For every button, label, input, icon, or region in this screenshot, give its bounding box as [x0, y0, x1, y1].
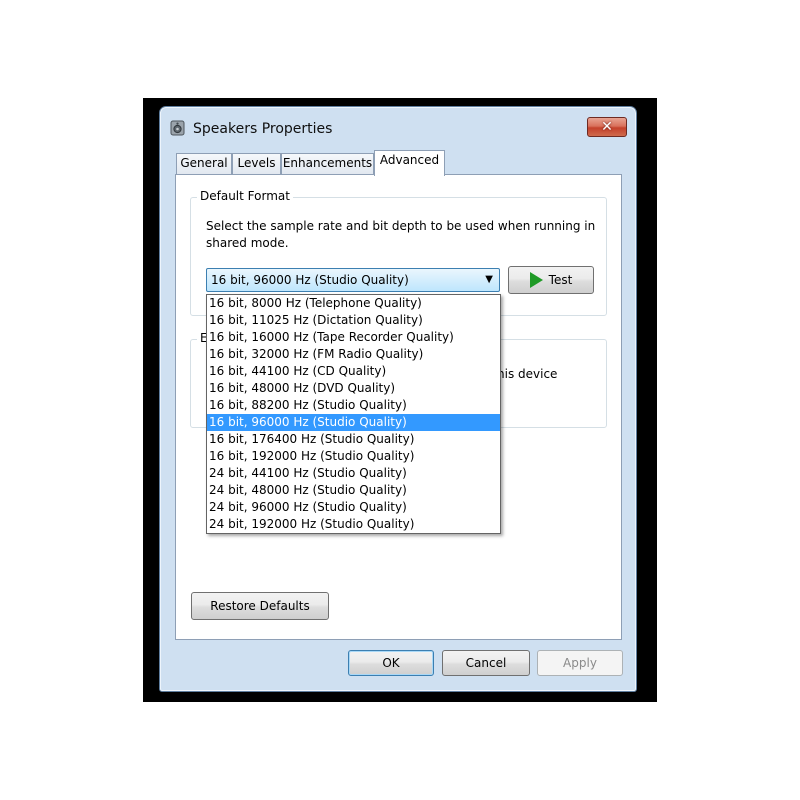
list-item[interactable]: 24 bit, 48000 Hz (Studio Quality): [207, 482, 500, 499]
list-item[interactable]: 16 bit, 32000 Hz (FM Radio Quality): [207, 346, 500, 363]
tab-general[interactable]: General: [176, 153, 232, 174]
list-item[interactable]: 16 bit, 8000 Hz (Telephone Quality): [207, 295, 500, 312]
tab-levels[interactable]: Levels: [232, 153, 281, 174]
list-item[interactable]: 16 bit, 176400 Hz (Studio Quality): [207, 431, 500, 448]
list-item-selected[interactable]: 16 bit, 96000 Hz (Studio Quality): [207, 414, 500, 431]
default-format-legend: Default Format: [197, 189, 293, 203]
list-item[interactable]: 16 bit, 11025 Hz (Dictation Quality): [207, 312, 500, 329]
ok-button[interactable]: OK: [348, 650, 434, 676]
test-button[interactable]: Test: [508, 266, 594, 294]
speaker-icon: [170, 120, 185, 136]
restore-defaults-button[interactable]: Restore Defaults: [191, 592, 329, 620]
exclusive-mode-option-text: his device: [497, 367, 558, 381]
list-item[interactable]: 16 bit, 44100 Hz (CD Quality): [207, 363, 500, 380]
list-item[interactable]: 16 bit, 88200 Hz (Studio Quality): [207, 397, 500, 414]
list-item[interactable]: 16 bit, 192000 Hz (Studio Quality): [207, 448, 500, 465]
cancel-button[interactable]: Cancel: [442, 650, 530, 676]
list-item[interactable]: 24 bit, 44100 Hz (Studio Quality): [207, 465, 500, 482]
test-button-label: Test: [548, 273, 573, 287]
close-button[interactable]: ✕: [587, 117, 627, 137]
play-icon: [529, 272, 543, 288]
list-item[interactable]: 16 bit, 48000 Hz (DVD Quality): [207, 380, 500, 397]
list-item[interactable]: 24 bit, 192000 Hz (Studio Quality): [207, 516, 500, 533]
close-icon: ✕: [601, 119, 613, 135]
chevron-down-icon[interactable]: ▼: [485, 274, 493, 285]
tab-enhancements[interactable]: Enhancements: [281, 153, 374, 174]
sample-rate-selected-value: 16 bit, 96000 Hz (Studio Quality): [211, 273, 409, 287]
list-item[interactable]: 16 bit, 16000 Hz (Tape Recorder Quality): [207, 329, 500, 346]
sample-rate-options-list[interactable]: 16 bit, 8000 Hz (Telephone Quality) 16 b…: [206, 294, 501, 534]
apply-button[interactable]: Apply: [537, 650, 623, 676]
sample-rate-dropdown[interactable]: 16 bit, 96000 Hz (Studio Quality) ▼: [206, 268, 500, 292]
window-title: Speakers Properties: [193, 121, 333, 137]
tab-advanced[interactable]: Advanced: [374, 150, 445, 176]
title-bar[interactable]: Speakers Properties ✕: [160, 107, 636, 147]
default-format-description: Select the sample rate and bit depth to …: [206, 219, 596, 250]
list-item[interactable]: 24 bit, 96000 Hz (Studio Quality): [207, 499, 500, 516]
